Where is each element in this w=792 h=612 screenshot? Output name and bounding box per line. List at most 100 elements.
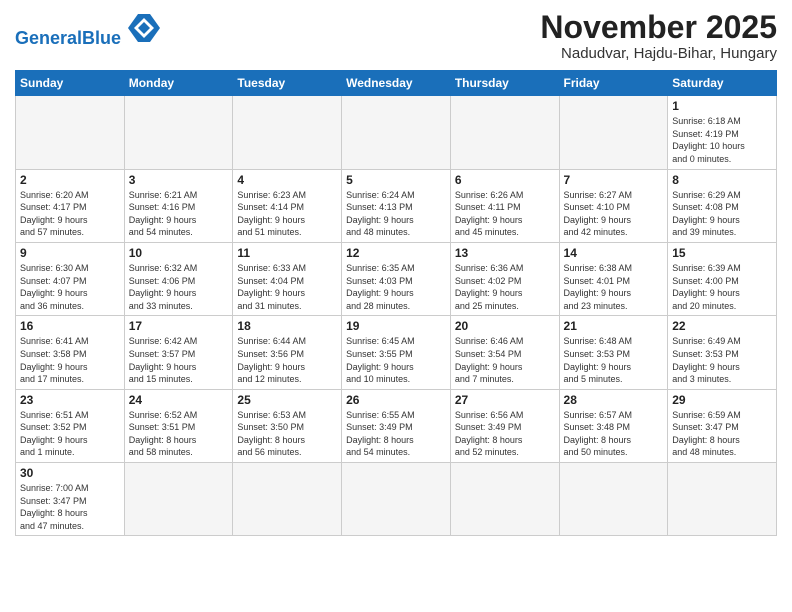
table-row: 6Sunrise: 6:26 AM Sunset: 4:11 PM Daylig… — [450, 169, 559, 242]
day-info: Sunrise: 7:00 AM Sunset: 3:47 PM Dayligh… — [20, 482, 120, 532]
day-info: Sunrise: 6:36 AM Sunset: 4:02 PM Dayligh… — [455, 262, 555, 312]
day-number: 20 — [455, 319, 555, 333]
day-number: 11 — [237, 246, 337, 260]
table-row: 18 Sunrise: 6:44 AM Sunset: 3:56 PM Dayli… — [233, 316, 342, 389]
table-row: 5 Sunrise: 6:24 AM Sunset: 4:13 PM Daylig… — [342, 169, 451, 242]
logo-text: GeneralBlue — [15, 16, 160, 49]
table-row: 12 Sunrise: 6:35 AM Sunset: 4:03 PM Dayli… — [342, 242, 451, 315]
table-row: 2 Sunrise: 6:20 AM Sunset: 4:17 PM Daylig… — [16, 169, 125, 242]
day-info: Sunrise: 6:57 AM Sunset: 3:48 PM Dayligh… — [564, 409, 664, 459]
table-row: 8Sunrise: 6:29 AM Sunset: 4:08 PM Daylig… — [668, 169, 777, 242]
calendar-row-0: 1 Sunrise: 6:18 AM Sunset: 4:19 PM Daylig… — [16, 96, 777, 169]
day-number: 25 — [237, 393, 337, 407]
header-monday: Monday — [124, 71, 233, 96]
day-number: 13 — [455, 246, 555, 260]
calendar-subtitle: Nadudvar, Hajdu-Bihar, Hungary — [540, 45, 777, 62]
day-info: Sunrise: 6:53 AM Sunset: 3:50 PM Dayligh… — [237, 409, 337, 459]
day-info: Sunrise: 6:23 AM Sunset: 4:14 PM Dayligh… — [237, 189, 337, 239]
table-row: 4Sunrise: 6:23 AM Sunset: 4:14 PM Daylig… — [233, 169, 342, 242]
day-info: Sunrise: 6:29 AM Sunset: 4:08 PM Dayligh… — [672, 189, 772, 239]
day-number: 23 — [20, 393, 120, 407]
day-info: Sunrise: 6:48 AM Sunset: 3:53 PM Dayligh… — [564, 335, 664, 385]
table-row — [124, 463, 233, 536]
day-info: Sunrise: 6:26 AM Sunset: 4:11 PM Dayligh… — [455, 189, 555, 239]
table-row: 14 Sunrise: 6:38 AM Sunset: 4:01 PM Dayli… — [559, 242, 668, 315]
table-row — [668, 463, 777, 536]
day-info: Sunrise: 6:59 AM Sunset: 3:47 PM Dayligh… — [672, 409, 772, 459]
title-block: November 2025 Nadudvar, Hajdu-Bihar, Hun… — [540, 10, 777, 62]
day-info: Sunrise: 6:38 AM Sunset: 4:01 PM Dayligh… — [564, 262, 664, 312]
header-sunday: Sunday — [16, 71, 125, 96]
table-row: 20 Sunrise: 6:46 AM Sunset: 3:54 PM Dayli… — [450, 316, 559, 389]
header-thursday: Thursday — [450, 71, 559, 96]
day-info: Sunrise: 6:44 AM Sunset: 3:56 PM Dayligh… — [237, 335, 337, 385]
table-row: 19 Sunrise: 6:45 AM Sunset: 3:55 PM Dayli… — [342, 316, 451, 389]
table-row: 3Sunrise: 6:21 AM Sunset: 4:16 PM Daylig… — [124, 169, 233, 242]
day-number: 10 — [129, 246, 229, 260]
table-row — [233, 463, 342, 536]
day-number: 7 — [564, 173, 664, 187]
table-row: 7Sunrise: 6:27 AM Sunset: 4:10 PM Daylig… — [559, 169, 668, 242]
table-row — [124, 96, 233, 169]
day-info: Sunrise: 6:24 AM Sunset: 4:13 PM Dayligh… — [346, 189, 446, 239]
table-row: 15Sunrise: 6:39 AM Sunset: 4:00 PM Dayli… — [668, 242, 777, 315]
day-info: Sunrise: 6:52 AM Sunset: 3:51 PM Dayligh… — [129, 409, 229, 459]
table-row: 1 Sunrise: 6:18 AM Sunset: 4:19 PM Daylig… — [668, 96, 777, 169]
day-number: 16 — [20, 319, 120, 333]
table-row — [450, 463, 559, 536]
day-number: 12 — [346, 246, 446, 260]
table-row — [342, 463, 451, 536]
day-number: 15 — [672, 246, 772, 260]
table-row — [559, 463, 668, 536]
day-number: 1 — [672, 99, 772, 113]
day-number: 22 — [672, 319, 772, 333]
day-number: 24 — [129, 393, 229, 407]
calendar-row-2: 9Sunrise: 6:30 AM Sunset: 4:07 PM Daylig… — [16, 242, 777, 315]
calendar-row-3: 16 Sunrise: 6:41 AM Sunset: 3:58 PM Dayli… — [16, 316, 777, 389]
header-tuesday: Tuesday — [233, 71, 342, 96]
day-info: Sunrise: 6:30 AM Sunset: 4:07 PM Dayligh… — [20, 262, 120, 312]
day-number: 26 — [346, 393, 446, 407]
day-info: Sunrise: 6:18 AM Sunset: 4:19 PM Dayligh… — [672, 115, 772, 165]
day-number: 2 — [20, 173, 120, 187]
logo-blue: Blue — [82, 28, 121, 48]
logo-icon — [128, 14, 160, 42]
day-info: Sunrise: 6:49 AM Sunset: 3:53 PM Dayligh… — [672, 335, 772, 385]
day-info: Sunrise: 6:20 AM Sunset: 4:17 PM Dayligh… — [20, 189, 120, 239]
day-number: 17 — [129, 319, 229, 333]
day-info: Sunrise: 6:46 AM Sunset: 3:54 PM Dayligh… — [455, 335, 555, 385]
day-info: Sunrise: 6:56 AM Sunset: 3:49 PM Dayligh… — [455, 409, 555, 459]
day-number: 21 — [564, 319, 664, 333]
day-number: 27 — [455, 393, 555, 407]
logo: GeneralBlue — [15, 16, 160, 49]
table-row — [342, 96, 451, 169]
day-info: Sunrise: 6:42 AM Sunset: 3:57 PM Dayligh… — [129, 335, 229, 385]
table-row — [16, 96, 125, 169]
header-wednesday: Wednesday — [342, 71, 451, 96]
header-friday: Friday — [559, 71, 668, 96]
table-row: 22 Sunrise: 6:49 AM Sunset: 3:53 PM Dayli… — [668, 316, 777, 389]
table-row — [450, 96, 559, 169]
day-number: 18 — [237, 319, 337, 333]
table-row: 21 Sunrise: 6:48 AM Sunset: 3:53 PM Dayli… — [559, 316, 668, 389]
header: GeneralBlue November 2025 Nadudvar, Hajd… — [15, 10, 777, 62]
day-info: Sunrise: 6:41 AM Sunset: 3:58 PM Dayligh… — [20, 335, 120, 385]
table-row: 16 Sunrise: 6:41 AM Sunset: 3:58 PM Dayli… — [16, 316, 125, 389]
day-number: 19 — [346, 319, 446, 333]
table-row: 24 Sunrise: 6:52 AM Sunset: 3:51 PM Dayli… — [124, 389, 233, 462]
page: GeneralBlue November 2025 Nadudvar, Hajd… — [0, 0, 792, 612]
header-saturday: Saturday — [668, 71, 777, 96]
day-info: Sunrise: 6:51 AM Sunset: 3:52 PM Dayligh… — [20, 409, 120, 459]
day-number: 5 — [346, 173, 446, 187]
calendar-row-5: 30Sunrise: 7:00 AM Sunset: 3:47 PM Dayli… — [16, 463, 777, 536]
day-number: 28 — [564, 393, 664, 407]
day-info: Sunrise: 6:45 AM Sunset: 3:55 PM Dayligh… — [346, 335, 446, 385]
day-info: Sunrise: 6:55 AM Sunset: 3:49 PM Dayligh… — [346, 409, 446, 459]
day-info: Sunrise: 6:35 AM Sunset: 4:03 PM Dayligh… — [346, 262, 446, 312]
day-number: 14 — [564, 246, 664, 260]
table-row: 26 Sunrise: 6:55 AM Sunset: 3:49 PM Dayli… — [342, 389, 451, 462]
table-row: 17 Sunrise: 6:42 AM Sunset: 3:57 PM Dayli… — [124, 316, 233, 389]
table-row: 30Sunrise: 7:00 AM Sunset: 3:47 PM Dayli… — [16, 463, 125, 536]
table-row: 13 Sunrise: 6:36 AM Sunset: 4:02 PM Dayli… — [450, 242, 559, 315]
logo-general: General — [15, 28, 82, 48]
